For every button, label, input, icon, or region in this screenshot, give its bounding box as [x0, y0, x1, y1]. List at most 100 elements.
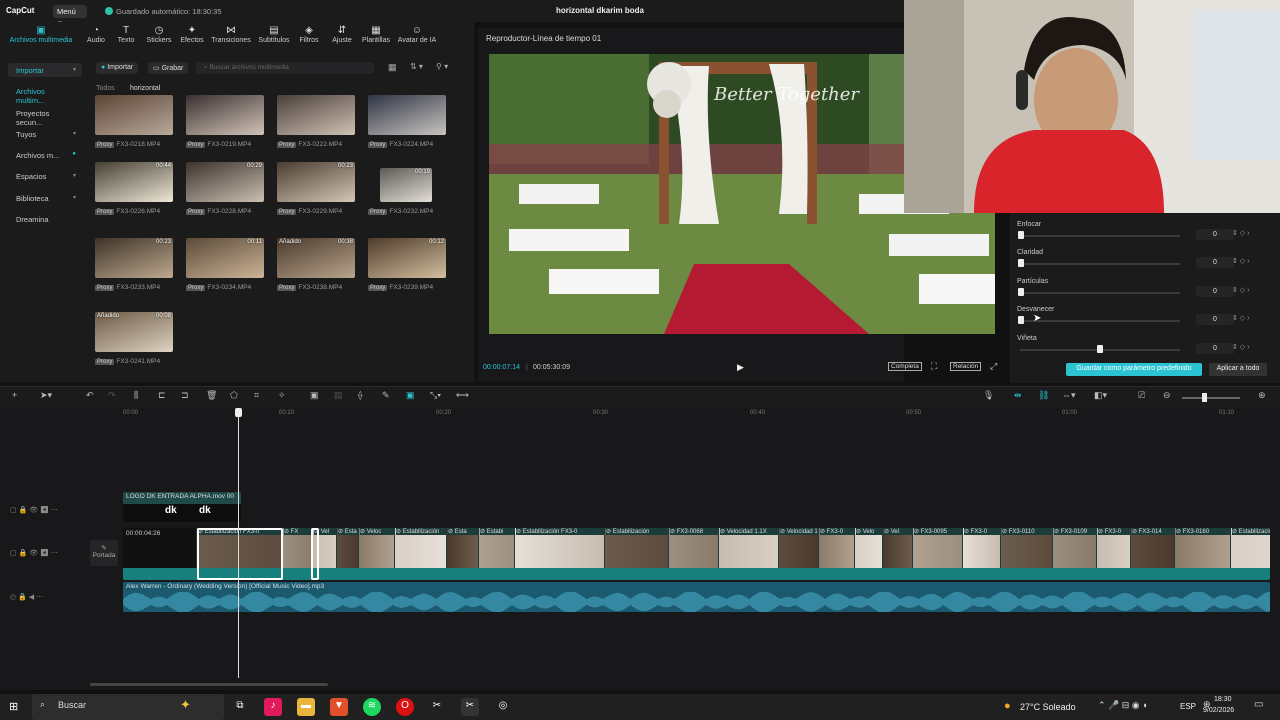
- zoom-slider[interactable]: [1182, 397, 1240, 399]
- video-clip[interactable]: ⊘ FX3-0109: [1053, 528, 1096, 568]
- slider-value-input[interactable]: 0: [1196, 314, 1234, 325]
- video-clip[interactable]: ⊘ FX3-014: [1131, 528, 1174, 568]
- record-button[interactable]: ▭ Grabar: [148, 62, 189, 74]
- keyframe-icon[interactable]: ⇕ ◇ ›: [1232, 257, 1249, 265]
- ai-edit-icon[interactable]: ✧: [278, 390, 286, 401]
- preview-axis-icon[interactable]: ⎚: [1138, 390, 1145, 401]
- freeze-icon[interactable]: ▣: [310, 390, 319, 401]
- cover-button[interactable]: ✎ Portada: [90, 540, 118, 566]
- zoom-fit-icon[interactable]: ⊕: [1258, 390, 1266, 401]
- video-clip[interactable]: ⊘ FX: [283, 528, 312, 568]
- playhead[interactable]: [238, 408, 239, 678]
- taskbar-search[interactable]: ⌕ Buscar: [32, 694, 224, 720]
- slider-value-input[interactable]: 0: [1196, 343, 1234, 354]
- filter-icon[interactable]: ⚲ ▾: [436, 62, 448, 71]
- media-thumbnail[interactable]: [277, 95, 355, 135]
- clock-time[interactable]: 18:30: [1214, 696, 1232, 703]
- video-clip[interactable]: ⊘ FX3-0068: [669, 528, 718, 568]
- fullscreen-icon[interactable]: ⤢: [990, 361, 997, 372]
- split-icon[interactable]: ⫼: [134, 390, 138, 401]
- tool-ai-avatar[interactable]: ☺ Avatar de IA: [393, 25, 441, 44]
- trim-right-icon[interactable]: ⊐: [181, 390, 189, 401]
- slider-value-input[interactable]: 0: [1196, 286, 1234, 297]
- media-thumbnail[interactable]: 00:29: [186, 162, 264, 202]
- tab-all[interactable]: Todos: [96, 85, 115, 92]
- nav-media[interactable]: Archivos multim...: [8, 84, 82, 105]
- track-header-main[interactable]: ▢ 🔒 👁 ◀ ⋯: [10, 549, 58, 557]
- redo-icon[interactable]: ↷: [108, 390, 116, 401]
- slider-track[interactable]: [1020, 263, 1180, 265]
- media-thumbnail[interactable]: 00:19Añadido: [380, 168, 432, 202]
- slider-track[interactable]: [1020, 235, 1180, 237]
- sort-icon[interactable]: ⇅ ▾: [410, 62, 423, 71]
- apply-all-button[interactable]: Aplicar a todo: [1209, 363, 1267, 376]
- media-thumbnail[interactable]: 00:11: [186, 238, 264, 278]
- nav-yours[interactable]: Tuyos ▾: [8, 127, 82, 141]
- capcut-icon[interactable]: ✂: [428, 698, 446, 716]
- keyframe-icon[interactable]: ⇕ ◇ ›: [1232, 343, 1249, 351]
- timeline-scrollbar[interactable]: [90, 683, 328, 686]
- resize-icon[interactable]: ⤡▾: [430, 390, 441, 401]
- audio-clip[interactable]: Alex Warren - Ordinary (Wedding Version)…: [123, 582, 1270, 612]
- media-thumbnail[interactable]: 00:08 Añadido: [95, 312, 173, 352]
- nav-spaces[interactable]: Espacios ▾: [8, 169, 82, 183]
- slider-knob[interactable]: [1018, 231, 1024, 239]
- media-thumbnail[interactable]: 00:23: [277, 162, 355, 202]
- save-preset-button[interactable]: Guardar como parámetro predefinido: [1066, 363, 1202, 376]
- tray-icons[interactable]: ⌃ 🎤 ⊟ ◉ ◖: [1098, 700, 1148, 711]
- nav-projects[interactable]: Proyectos secun...: [8, 106, 82, 127]
- magic-icon[interactable]: ✎: [382, 390, 390, 401]
- grid-view-icon[interactable]: ▦: [388, 62, 397, 73]
- media-thumbnail[interactable]: 00:23: [95, 238, 173, 278]
- trim-left-icon[interactable]: ⊏: [158, 390, 166, 401]
- spotify-icon[interactable]: ≋: [363, 698, 381, 716]
- tool-transitions[interactable]: ⋈ Transiciones: [207, 25, 255, 44]
- slider-value-input[interactable]: 0: [1196, 229, 1234, 240]
- nav-dreamina[interactable]: Dreamina: [8, 212, 82, 226]
- crop-icon[interactable]: ⌗: [254, 390, 259, 401]
- split-view-icon[interactable]: ◧▾: [1094, 390, 1107, 401]
- video-clip[interactable]: ⊘ Velocidad 1.1X: [719, 528, 778, 568]
- tab-horizontal[interactable]: horizontal: [130, 85, 160, 92]
- media-thumbnail[interactable]: 00:38 Añadido: [277, 238, 355, 278]
- play-button[interactable]: ▶: [737, 362, 744, 373]
- keyframe-icon[interactable]: ⇕ ◇ ›: [1232, 314, 1249, 322]
- video-clip[interactable]: ⊘ Esta: [447, 528, 478, 568]
- language[interactable]: ESP: [1180, 702, 1196, 711]
- video-clip[interactable]: ⊘ Estabilización: [605, 528, 668, 568]
- video-clip[interactable]: ⊘ FX3-0160: [1175, 528, 1230, 568]
- tool-media[interactable]: ▣ Archivos multimedia: [8, 25, 74, 44]
- import-button[interactable]: ● Importar: [96, 62, 139, 74]
- slider-knob[interactable]: [1018, 288, 1024, 296]
- delete-icon[interactable]: 🗑: [206, 390, 217, 401]
- mic-icon[interactable]: 🎙: [983, 390, 994, 401]
- screenshot-icon[interactable]: ⛶: [931, 361, 937, 372]
- slider-knob[interactable]: [1097, 345, 1103, 353]
- slider-knob[interactable]: [1018, 259, 1024, 267]
- media-thumbnail[interactable]: [95, 95, 173, 135]
- video-clip[interactable]: ⊘ FX3-0: [819, 528, 854, 568]
- nav-library[interactable]: Biblioteca ▾: [8, 191, 82, 205]
- video-clip[interactable]: ⊘ Estabilización FX3-0: [1231, 528, 1270, 568]
- zoom-out-icon[interactable]: ⊖: [1163, 390, 1171, 401]
- video-clip[interactable]: ⊘ Vel: [883, 528, 912, 568]
- video-clip[interactable]: ⊘ Estabilización FX3-0: [515, 528, 604, 568]
- slider-value-input[interactable]: 0: [1196, 257, 1234, 268]
- full-button[interactable]: Completa: [888, 362, 922, 371]
- video-clip[interactable]: ⊘ Estabilización: [395, 528, 446, 568]
- media-thumbnail[interactable]: 00:12: [368, 238, 446, 278]
- snap-icon[interactable]: ⇹: [1014, 390, 1022, 401]
- ratio-button[interactable]: Relación: [950, 362, 982, 371]
- folder-icon[interactable]: ▬: [297, 698, 315, 716]
- select-tool-icon[interactable]: ➤▾: [40, 390, 52, 401]
- video-clip[interactable]: ⊘ FX3-0110: [1001, 528, 1052, 568]
- task-view-icon[interactable]: ⧉: [231, 698, 249, 716]
- video-clip[interactable]: ⊘ Esta: [337, 528, 358, 568]
- overlay-clip[interactable]: LOGO DK ENTRADA ALPHA.mov 00 dk dk: [123, 492, 241, 522]
- add-track-icon[interactable]: +: [12, 390, 17, 400]
- nav-import[interactable]: Importar ▾: [8, 63, 82, 77]
- media-search-input[interactable]: ⌕ Buscar archivos multimedia: [196, 62, 374, 74]
- track-header-overlay[interactable]: ▢ 🔒 👁 ◀ ⋯: [10, 506, 58, 514]
- selected-clip[interactable]: [197, 528, 283, 580]
- mirror-icon[interactable]: ⟠: [358, 390, 362, 401]
